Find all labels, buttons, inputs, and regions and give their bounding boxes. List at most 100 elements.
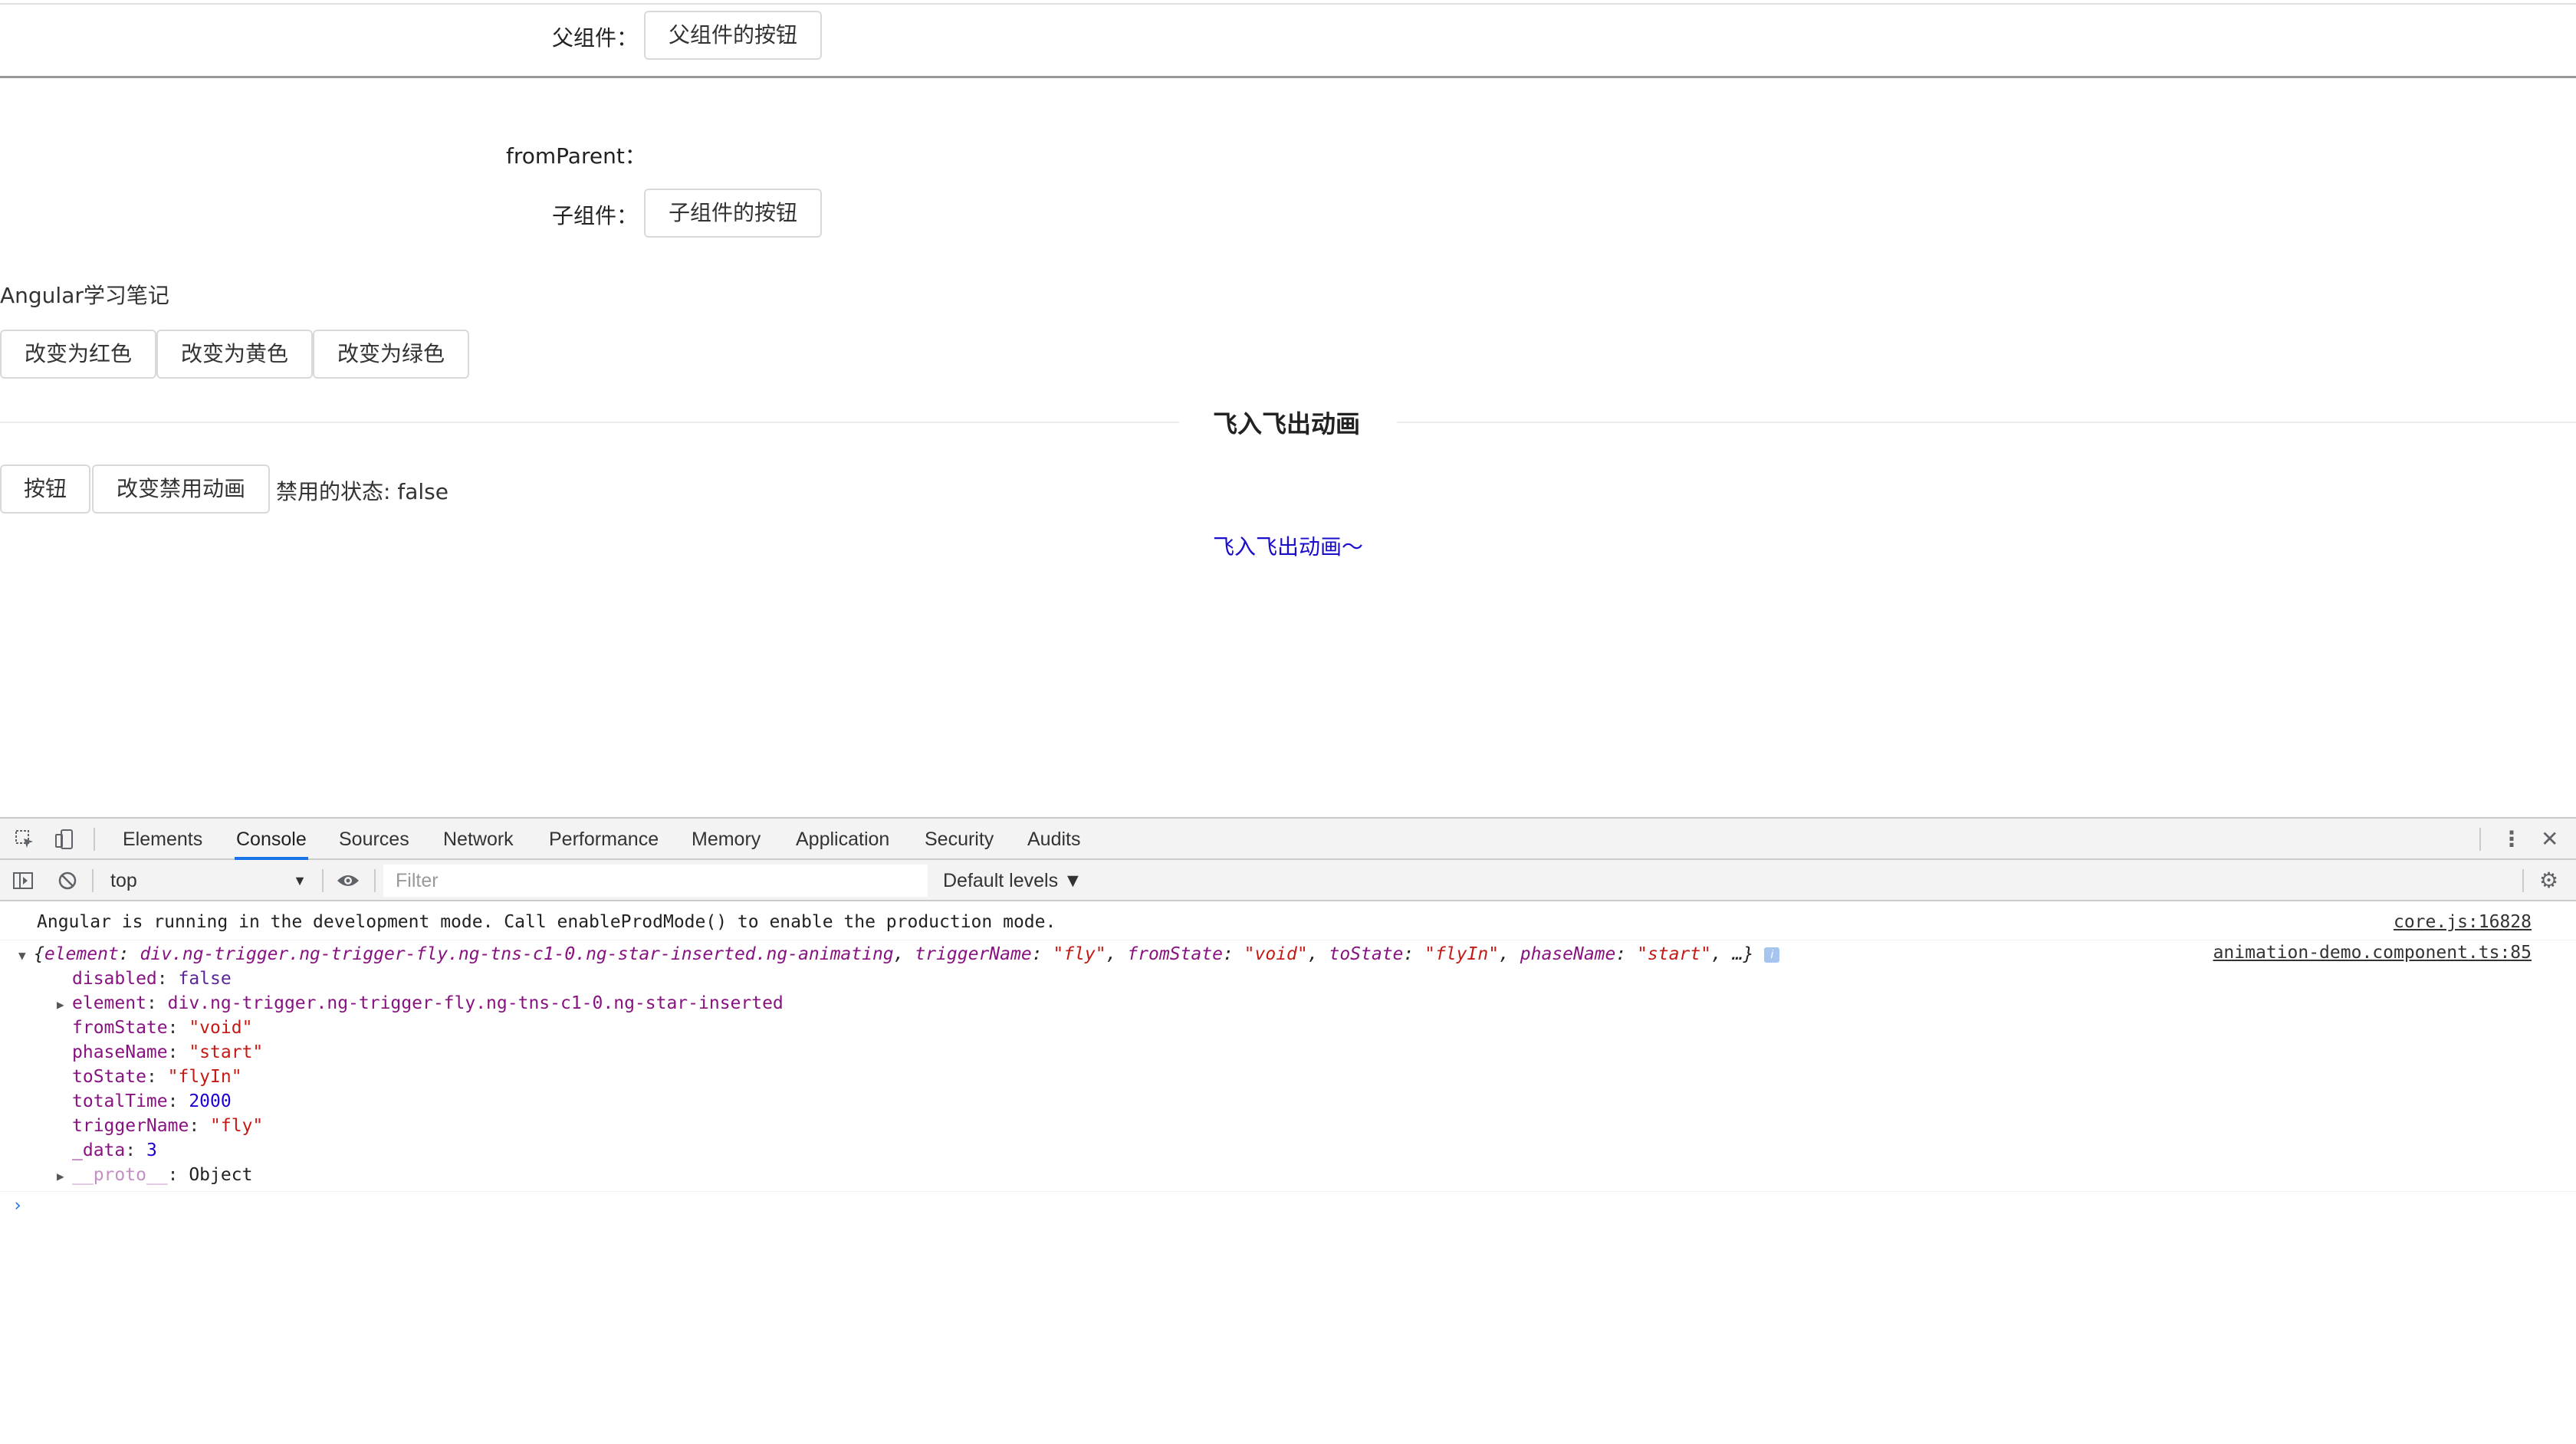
child-button[interactable]: 子组件的按钮	[644, 189, 822, 238]
summary-key: toState	[1329, 944, 1404, 964]
summary-value: "void"	[1244, 944, 1308, 964]
parent-label: 父组件：	[552, 25, 639, 51]
summary-key: triggerName	[915, 944, 1032, 964]
inspect-element-icon[interactable]	[14, 819, 35, 864]
tab-performance[interactable]: Performance	[549, 819, 659, 860]
prop-phaseName: phaseName: "start"	[72, 1042, 264, 1062]
component-divider	[0, 76, 2576, 78]
prop-value: 2000	[189, 1091, 232, 1111]
console-toolbar: top ▼ Filter Default levels ▼ ⚙	[0, 860, 2576, 901]
console-log-dev-mode: Angular is running in the development mo…	[37, 912, 1056, 932]
tab-sources[interactable]: Sources	[339, 819, 409, 860]
settings-gear-icon[interactable]: ⚙	[2539, 860, 2558, 901]
prop-disabled: disabled: false	[72, 969, 232, 989]
section-title: 飞入飞出动画	[1213, 409, 1361, 438]
expand-triangle-icon[interactable]: ▶	[57, 1169, 72, 1183]
summary-key: element	[44, 944, 119, 964]
prompt-chevron-icon: ›	[12, 1196, 23, 1216]
notes-title: Angular学习笔记	[0, 283, 169, 308]
log-message: Angular is running in the development mo…	[37, 912, 1056, 932]
prop-key: __proto__	[72, 1165, 168, 1185]
prop-value: "void"	[189, 1018, 253, 1038]
toggle-disable-anim-button[interactable]: 改变禁用动画	[92, 464, 270, 514]
prop-key: totalTime	[72, 1091, 168, 1111]
info-icon: i	[1764, 947, 1780, 963]
parent-button[interactable]: 父组件的按钮	[644, 11, 822, 60]
prop-key: triggerName	[72, 1116, 189, 1136]
prop-key: _data	[72, 1140, 126, 1160]
disabled-status-label: 禁用的状态:	[276, 479, 398, 504]
expand-triangle-icon[interactable]: ▼	[18, 948, 34, 963]
eye-icon[interactable]	[336, 860, 360, 905]
child-label: 子组件：	[552, 203, 639, 228]
tab-network[interactable]: Network	[443, 819, 514, 860]
devtools-panel: Elements Console Sources Network Perform…	[0, 817, 2576, 1444]
log-source-link[interactable]: core.js:16828	[2394, 912, 2532, 932]
prop-value: "flyIn"	[167, 1067, 242, 1087]
prop-data: _data: 3	[72, 1140, 157, 1160]
section-divider-right	[1397, 422, 2576, 423]
tab-audits[interactable]: Audits	[1027, 819, 1080, 860]
prop-key: phaseName	[72, 1042, 168, 1062]
toolbar-separator-3	[374, 869, 376, 892]
default-levels-dropdown[interactable]: Default levels ▼	[943, 860, 1083, 901]
clear-console-icon[interactable]	[57, 860, 78, 905]
toolbar-separator	[92, 869, 94, 892]
prop-key: fromState	[72, 1018, 168, 1038]
prop-value: 3	[146, 1140, 157, 1160]
close-devtools-icon[interactable]: ✕	[2541, 819, 2558, 860]
summary-key: phaseName	[1520, 944, 1616, 964]
context-select[interactable]: top ▼	[100, 866, 313, 895]
devtools-tabbar: Elements Console Sources Network Perform…	[0, 819, 2576, 860]
tab-console[interactable]: Console	[235, 819, 308, 860]
toolbar-separator-4	[2522, 869, 2524, 892]
disabled-status-value: false	[397, 479, 449, 504]
change-green-button[interactable]: 改变为绿色	[313, 330, 469, 379]
console-prompt[interactable]: ›	[12, 1196, 2542, 1223]
anim-button[interactable]: 按钮	[0, 464, 90, 514]
prop-triggerName: triggerName: "fly"	[72, 1116, 264, 1136]
prop-fromState: fromState: "void"	[72, 1018, 253, 1038]
sidebar-toggle-icon[interactable]	[12, 860, 34, 905]
from-parent-label: fromParent：	[506, 143, 646, 169]
tabbar-separator	[94, 828, 95, 851]
summary-value: "start"	[1637, 944, 1712, 964]
prop-value: Object	[189, 1165, 253, 1185]
summary-value: "flyIn"	[1424, 944, 1500, 964]
expand-triangle-icon[interactable]: ▶	[57, 997, 72, 1012]
prop-key: element	[72, 993, 146, 1013]
prop-value: div.ng-trigger.ng-trigger-fly.ng-tns-c1-…	[167, 993, 784, 1013]
tab-elements[interactable]: Elements	[123, 819, 202, 860]
summary-key: fromState	[1127, 944, 1223, 964]
prop-toState: toState: "flyIn"	[72, 1067, 242, 1087]
animated-text: 飞入飞出动画～	[1213, 534, 1364, 560]
device-toolbar-icon[interactable]	[54, 819, 75, 864]
prop-proto[interactable]: ▶ __proto__: Object	[57, 1165, 252, 1185]
summary-tail: , …}	[1711, 944, 1754, 964]
top-border	[0, 3, 2576, 5]
console-log-event-summary[interactable]: ▼ {element: div.ng-trigger.ng-trigger-fly…	[18, 944, 1780, 964]
disabled-status: 禁用的状态: false	[276, 475, 449, 506]
prop-key: toState	[72, 1067, 146, 1087]
summary-value: div.ng-trigger.ng-trigger-fly.ng-tns-c1-…	[140, 944, 894, 964]
prop-value: "start"	[189, 1042, 264, 1062]
chevron-down-icon: ▼	[293, 873, 307, 888]
section-divider-left	[0, 422, 1179, 423]
toolbar-separator-2	[322, 869, 324, 892]
summary-open: {	[34, 944, 44, 964]
tab-security[interactable]: Security	[925, 819, 994, 860]
summary-value: "fly"	[1053, 944, 1106, 964]
prop-key: disabled	[72, 969, 157, 989]
context-select-value: top	[110, 870, 137, 891]
tab-memory[interactable]: Memory	[692, 819, 761, 860]
tabbar-right-separator	[2479, 828, 2481, 851]
more-options-icon[interactable]: ⋮	[2501, 819, 2522, 860]
prop-element[interactable]: ▶ element: div.ng-trigger.ng-trigger-fly.…	[57, 993, 784, 1013]
tab-application[interactable]: Application	[796, 819, 889, 860]
filter-input[interactable]: Filter	[383, 865, 928, 897]
change-red-button[interactable]: 改变为红色	[0, 330, 156, 379]
log-source-link[interactable]: animation-demo.component.ts:85	[2213, 943, 2532, 963]
prop-value: "fly"	[210, 1116, 264, 1136]
prop-value: false	[178, 969, 232, 989]
change-yellow-button[interactable]: 改变为黄色	[156, 330, 313, 379]
